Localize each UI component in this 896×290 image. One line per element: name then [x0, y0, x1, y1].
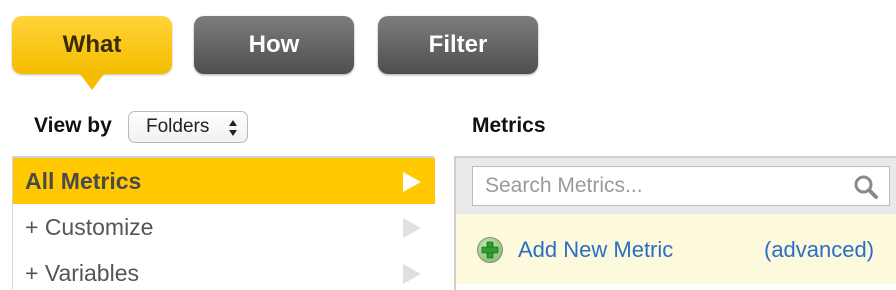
play-arrow-icon: [403, 218, 421, 238]
advanced-link[interactable]: (advanced): [764, 237, 874, 263]
view-by-select-value: Folders: [146, 116, 210, 137]
play-arrow-icon: [403, 264, 421, 284]
view-by-label: View by: [34, 114, 112, 137]
list-item-label: All Metrics: [25, 167, 142, 194]
add-new-metric-link[interactable]: Add New Metric: [518, 237, 673, 263]
search-box: [472, 166, 890, 206]
tab-how[interactable]: How: [194, 16, 354, 74]
tab-what-label: What: [62, 31, 122, 58]
tab-what[interactable]: What: [12, 16, 172, 90]
folder-list: All Metrics + Customize + Variables: [12, 156, 435, 290]
search-icon[interactable]: [853, 174, 879, 200]
tab-filter-label: Filter: [428, 31, 488, 58]
play-arrow-icon: [403, 172, 421, 192]
tab-how-label: How: [248, 31, 300, 58]
add-circle-icon[interactable]: [476, 236, 504, 264]
list-item-customize[interactable]: + Customize: [13, 204, 435, 250]
list-item-all-metrics[interactable]: All Metrics: [13, 158, 435, 204]
search-area: [456, 158, 896, 214]
list-item-label: + Variables: [25, 259, 140, 286]
list-item-label: + Customize: [25, 213, 154, 240]
add-metric-row: Add New Metric (advanced): [456, 214, 896, 284]
metrics-title: Metrics: [472, 114, 546, 137]
tab-filter[interactable]: Filter: [378, 16, 538, 74]
search-input[interactable]: [473, 167, 843, 205]
list-item-variables[interactable]: + Variables: [13, 250, 435, 290]
view-by-select[interactable]: Folders: [128, 111, 248, 143]
metrics-panel: Add New Metric (advanced): [454, 156, 896, 290]
up-down-arrows-icon: [229, 120, 237, 136]
